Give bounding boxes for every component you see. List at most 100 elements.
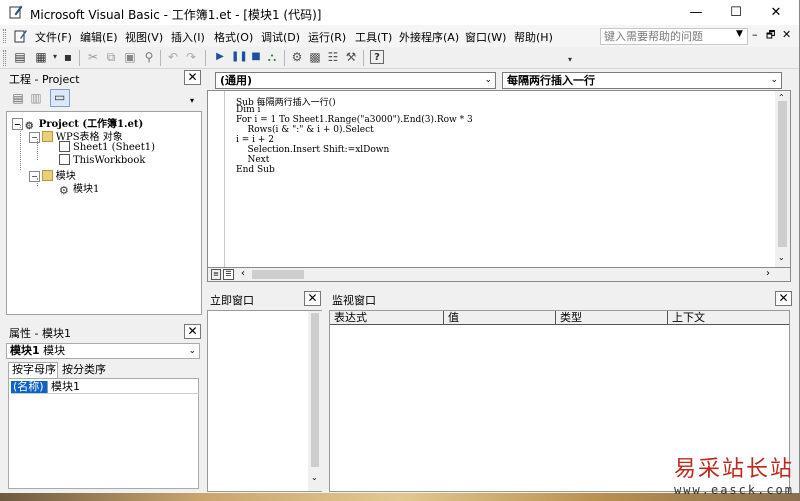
mdi-minimize-button[interactable]: – — [752, 28, 758, 41]
help-dropdown-arrow-icon[interactable]: ▼ — [736, 29, 743, 39]
toolbar-options-icon[interactable]: ▾ — [563, 53, 577, 67]
code-line[interactable]: i = i + 2 — [236, 135, 274, 145]
run-icon[interactable]: ▶ — [213, 50, 227, 64]
menu-format[interactable]: 格式(O) — [214, 29, 253, 45]
collapse-icon[interactable]: − — [12, 118, 23, 130]
code-vertical-scrollbar[interactable]: ⌃ ⌄ — [775, 91, 790, 267]
vbe-menu-icon[interactable] — [14, 29, 28, 43]
chevron-down-icon[interactable]: ⌄ — [770, 73, 778, 88]
properties-object-select[interactable]: 模块1 模块 ⌄ — [6, 343, 200, 359]
save-icon[interactable]: ▪ — [61, 50, 75, 64]
menu-view[interactable]: 视图(V) — [125, 29, 163, 45]
help-question-input[interactable]: 键入需要帮助的问题 — [600, 28, 748, 45]
toolbar-grip[interactable] — [3, 50, 6, 66]
code-line[interactable]: Rows(i & ":" & i + 0).Select — [236, 125, 373, 135]
code-line[interactable]: Next — [236, 155, 269, 165]
menu-edit[interactable]: 编辑(E) — [80, 29, 118, 45]
procedure-view-icon[interactable]: ≡ — [211, 269, 221, 280]
immediate-window-body[interactable]: ⌄ — [207, 310, 322, 492]
object-combo[interactable]: (通用) ⌄ — [215, 72, 496, 89]
menu-debug[interactable]: 调试(D) — [261, 29, 300, 45]
scroll-left-icon[interactable]: ‹ — [241, 268, 245, 279]
scroll-down-icon[interactable]: ⌄ — [778, 253, 785, 262]
design-mode-icon[interactable]: ⛬ — [265, 50, 279, 64]
object-name: 模块1 — [10, 344, 40, 357]
menu-file[interactable]: 文件(F) — [35, 29, 72, 45]
scroll-down-icon[interactable]: ⌄ — [311, 473, 318, 482]
chevron-down-icon[interactable]: ⌄ — [188, 344, 196, 358]
column-expression[interactable]: 表达式 — [330, 311, 444, 325]
menu-window[interactable]: 窗口(W) — [465, 29, 506, 45]
copy-icon[interactable]: ⧉ — [104, 50, 118, 64]
toolbox-icon[interactable]: ⚒ — [344, 50, 358, 64]
view-code-icon[interactable]: ▤ — [11, 91, 25, 105]
find-icon[interactable]: ⚲ — [142, 50, 156, 64]
project-panel-close-button[interactable]: ✕ — [184, 70, 201, 85]
immediate-panel-close-button[interactable]: ✕ — [304, 291, 321, 306]
paste-icon[interactable]: ▣ — [123, 50, 137, 64]
close-window-button[interactable]: ✕ — [756, 0, 796, 25]
insert-module-icon[interactable]: ▦ — [34, 50, 48, 64]
tree-item-sheet1[interactable]: Sheet1 (Sheet1) — [59, 141, 155, 153]
property-value[interactable]: 模块1 — [51, 381, 80, 393]
tab-categorized[interactable]: 按分类序 — [59, 363, 107, 378]
scroll-right-icon[interactable]: › — [766, 268, 770, 279]
tab-alphabetic[interactable]: 按字母序 — [8, 362, 58, 378]
object-browser-icon[interactable]: ☷ — [326, 50, 340, 64]
break-icon[interactable]: ❚❚ — [231, 50, 248, 64]
code-line[interactable]: Dim i — [236, 105, 260, 115]
code-line[interactable]: End Sub — [236, 165, 275, 175]
hscroll-thumb[interactable] — [252, 270, 304, 279]
tree-item-label: Sheet1 (Sheet1) — [73, 142, 155, 153]
code-editor[interactable]: Sub 每隔两行插入一行() Dim i For i = 1 To Sheet1… — [207, 90, 791, 268]
properties-grid: (名称) 模块1 — [8, 378, 199, 489]
undo-icon[interactable]: ↶ — [166, 50, 180, 64]
help-icon[interactable]: ? — [370, 50, 384, 64]
code-line[interactable]: For i = 1 To Sheet1.Range("a3000").End(3… — [236, 115, 473, 125]
menu-run[interactable]: 运行(R) — [308, 29, 346, 45]
mdi-close-button[interactable]: ✕ — [782, 28, 791, 41]
project-explorer-icon[interactable]: ⚙ — [290, 50, 304, 64]
properties-panel-close-button[interactable]: ✕ — [184, 324, 201, 339]
project-tree: − ⚙ Project (工作簿1.et) − WPS表格 对象 Sheet1 (Sh… — [6, 111, 202, 315]
cut-icon[interactable]: ✂ — [86, 50, 100, 64]
reset-icon[interactable]: ■ — [249, 50, 263, 64]
menu-insert[interactable]: 插入(I) — [171, 29, 205, 45]
watch-panel-title: 监视窗口 — [332, 294, 376, 307]
scroll-thumb[interactable] — [311, 313, 319, 467]
redo-icon[interactable]: ↷ — [184, 50, 198, 64]
collapse-icon[interactable]: − — [29, 132, 40, 143]
immediate-vertical-scrollbar[interactable]: ⌄ — [308, 311, 322, 491]
column-type[interactable]: 类型 — [556, 311, 668, 325]
workbook-icon — [59, 154, 70, 165]
menu-help[interactable]: 帮助(H) — [514, 29, 553, 45]
menu-grip[interactable] — [3, 29, 6, 43]
mdi-restore-button[interactable]: 🗗 — [766, 28, 775, 45]
column-value[interactable]: 值 — [444, 311, 556, 325]
minimize-button[interactable]: — — [676, 0, 716, 25]
tree-item-label: 模块1 — [73, 184, 100, 195]
property-row[interactable]: (名称) 模块1 — [11, 381, 199, 394]
immediate-panel-title: 立即窗口 — [210, 294, 254, 307]
menu-addins[interactable]: 外接程序(A) — [399, 29, 459, 45]
view-object-icon[interactable]: ▥ — [29, 91, 43, 105]
column-context[interactable]: 上下文 — [668, 311, 789, 325]
code-line[interactable]: Selection.Insert Shift:=xlDown — [236, 145, 389, 155]
toggle-folders-button[interactable]: ▭ — [50, 89, 70, 107]
project-panel-header: 工程 - Project ✕ — [4, 69, 204, 86]
collapse-icon[interactable]: − — [29, 171, 40, 182]
maximize-button[interactable]: ☐ — [716, 0, 756, 25]
watermark-logo-text: 易采站长站 — [673, 457, 794, 482]
view-host-icon[interactable]: ▤ — [13, 50, 27, 64]
tree-item-thisworkbook[interactable]: ThisWorkbook — [59, 154, 145, 166]
scroll-thumb[interactable] — [778, 101, 787, 247]
procedure-combo[interactable]: 每隔两行插入一行 ⌄ — [502, 72, 782, 89]
insert-dropdown-icon[interactable]: ▾ — [48, 50, 62, 64]
project-toolbar-dropdown-icon[interactable]: ▾ — [190, 96, 194, 105]
chevron-down-icon[interactable]: ⌄ — [484, 73, 492, 88]
menu-tools[interactable]: 工具(T) — [355, 29, 392, 45]
watch-panel-close-button[interactable]: ✕ — [775, 291, 792, 306]
tree-item-module1[interactable]: ⚙ 模块1 — [59, 180, 99, 196]
full-module-view-icon[interactable]: ☰ — [223, 269, 234, 280]
properties-icon[interactable]: ▩ — [308, 50, 322, 64]
